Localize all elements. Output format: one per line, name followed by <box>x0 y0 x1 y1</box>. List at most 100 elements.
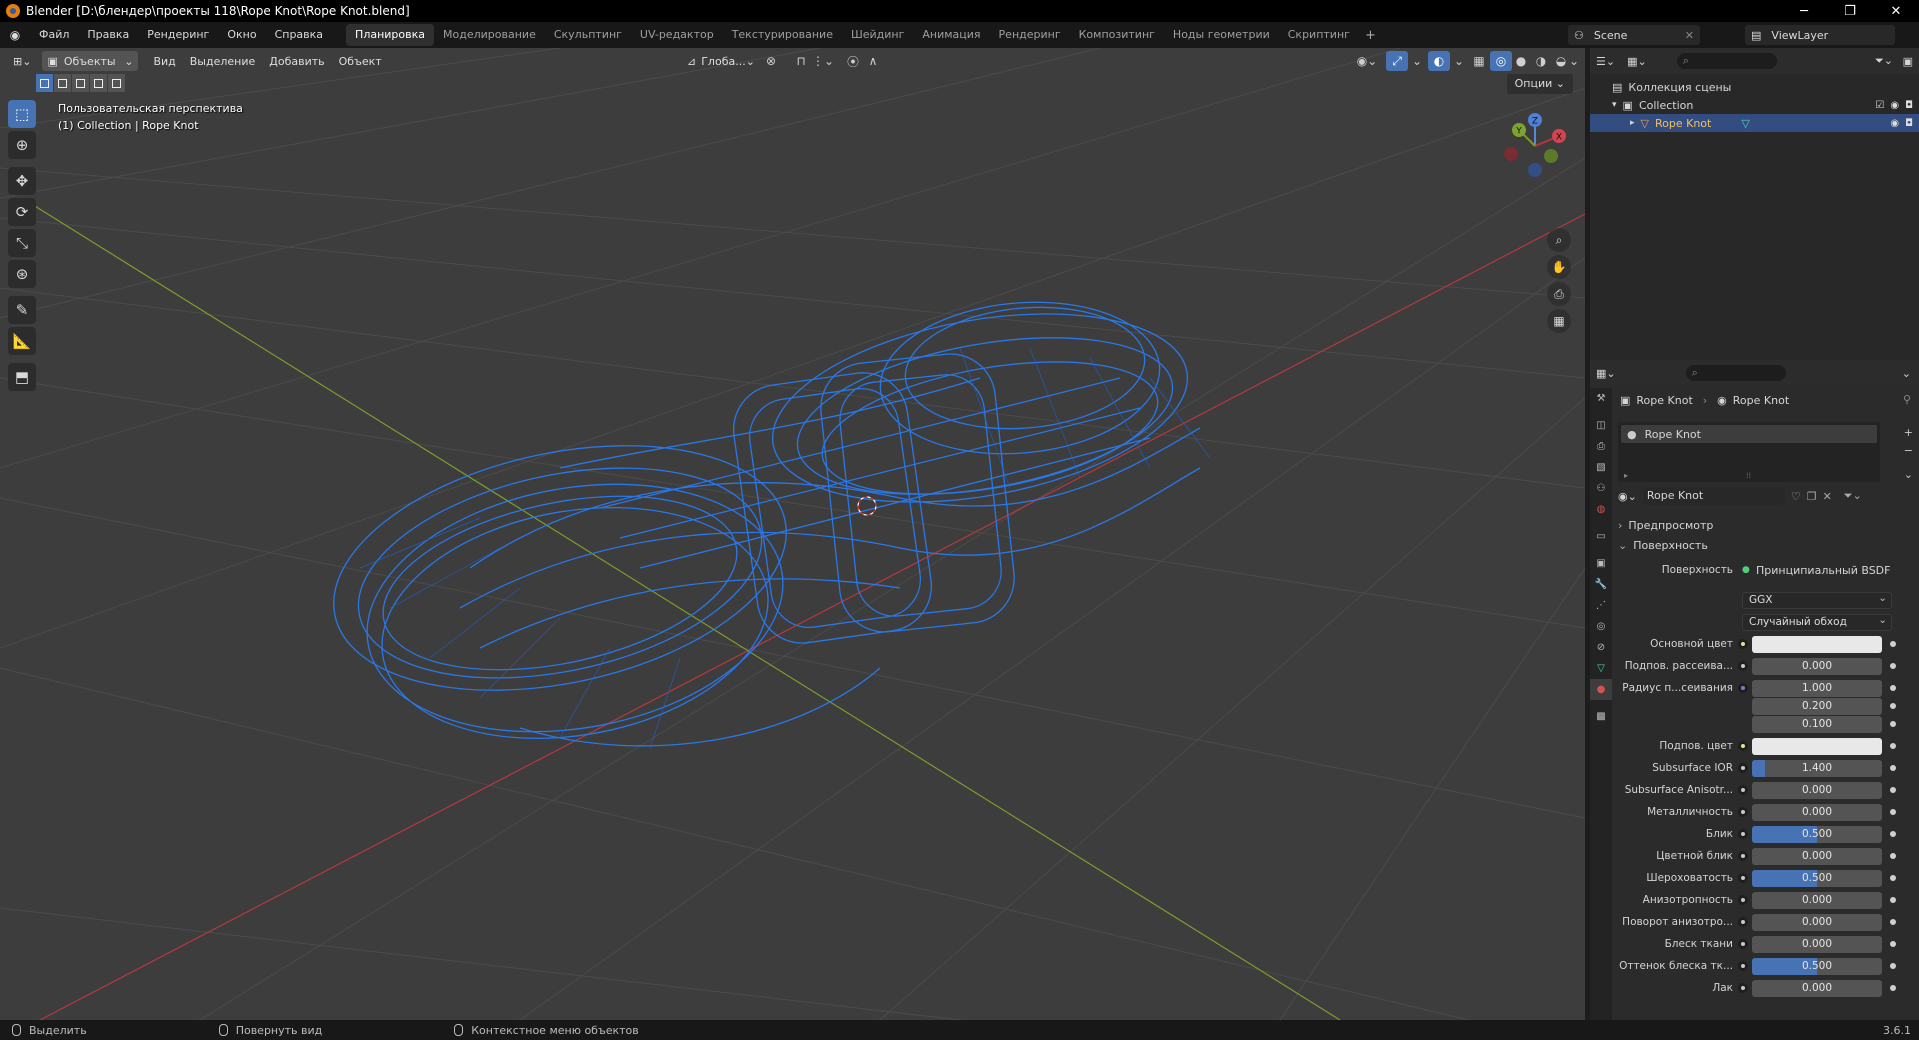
menu-file[interactable]: Файл <box>30 22 78 48</box>
socket-link-icon[interactable] <box>1738 873 1748 883</box>
keyframe-dot-icon[interactable] <box>1890 897 1896 903</box>
measure-tool-icon[interactable]: 📐 <box>8 327 36 355</box>
outliner-editor-icon[interactable]: ☰⌄ <box>1596 55 1615 68</box>
list-resize-handle-icon[interactable]: ⁞⁞ <box>1746 471 1751 480</box>
value-slider[interactable]: 0.000 <box>1752 891 1882 909</box>
surface-shader-field[interactable]: Принципиальный BSDF <box>1752 561 1892 579</box>
pivot-point-icon[interactable]: ⊗ <box>760 51 782 71</box>
pin-icon[interactable]: ⚲ <box>1903 393 1911 406</box>
slot-specials-button[interactable]: ⌄ <box>1904 468 1913 481</box>
remove-slot-button[interactable]: − <box>1904 444 1913 457</box>
keyframe-dot-icon[interactable] <box>1890 765 1896 771</box>
select-extend-icon[interactable] <box>54 74 71 92</box>
panel-preview[interactable]: › Предпросмотр <box>1618 516 1908 534</box>
chevron-down-icon[interactable]: ⌄ <box>1902 367 1911 380</box>
scene-selector[interactable]: ⚇ Scene ✕ <box>1568 25 1700 45</box>
keyframe-dot-icon[interactable] <box>1890 721 1896 727</box>
texture-tab-icon[interactable]: ▩ <box>1590 706 1612 727</box>
value-slider[interactable]: 0.500 <box>1752 957 1882 975</box>
mesh-data-icon[interactable]: ▽ <box>1741 117 1749 130</box>
properties-editor-icon[interactable]: ▦⌄ <box>1596 367 1616 380</box>
keyframe-dot-icon[interactable] <box>1890 831 1896 837</box>
transform-orientation-selector[interactable]: ⊿ Глоба... ⌄ <box>682 51 760 71</box>
eye-icon[interactable]: ◉ <box>1890 100 1899 111</box>
keyframe-dot-icon[interactable] <box>1890 963 1896 969</box>
tab-compositing[interactable]: Композитинг <box>1070 24 1164 46</box>
object-tab-icon[interactable]: ▣ <box>1590 553 1612 574</box>
gizmo-toggle-icon[interactable]: ⤢ <box>1386 51 1408 71</box>
view-layer-tab-icon[interactable]: ▧ <box>1590 457 1612 478</box>
menu-view[interactable]: Вид <box>146 55 182 68</box>
snap-icon[interactable]: ⊓ <box>790 51 812 71</box>
select-invert-icon[interactable] <box>90 74 107 92</box>
socket-link-icon[interactable] <box>1738 917 1748 927</box>
zoom-icon[interactable]: ⌕ <box>1547 228 1571 252</box>
data-tab-icon[interactable]: ▽ <box>1590 658 1612 679</box>
socket-link-icon[interactable] <box>1738 741 1748 751</box>
value-slider[interactable]: 0.000 <box>1752 803 1882 821</box>
keyframe-dot-icon[interactable] <box>1890 663 1896 669</box>
value-slider[interactable]: 1.400 <box>1752 759 1882 777</box>
particles-tab-icon[interactable]: ⋰ <box>1590 595 1612 616</box>
add-slot-button[interactable]: + <box>1904 426 1913 439</box>
eye-icon[interactable]: ◉ <box>1890 118 1899 129</box>
camera-icon[interactable]: ◘ <box>1905 118 1913 129</box>
tab-sculpting[interactable]: Скульптинг <box>545 24 631 46</box>
mode-selector[interactable]: ▣ Объекты ⌄ <box>42 51 139 71</box>
select-subtract-icon[interactable] <box>72 74 89 92</box>
socket-link-icon[interactable] <box>1738 939 1748 949</box>
proportional-edit-icon[interactable]: ⦿ <box>842 51 864 71</box>
menu-help[interactable]: Справка <box>266 22 332 48</box>
cursor-tool-icon[interactable]: ⊕ <box>8 131 36 159</box>
overlays-toggle-icon[interactable]: ◐ <box>1428 51 1450 71</box>
socket-link-icon[interactable] <box>1738 807 1748 817</box>
navigation-gizmo[interactable]: Z X Y <box>1495 106 1575 186</box>
editor-type-button[interactable]: ⊞⌄ <box>8 51 36 71</box>
value-slider[interactable]: 0.000 <box>1752 913 1882 931</box>
rotate-tool-icon[interactable]: ⟳ <box>8 198 36 226</box>
properties-search-input[interactable]: ⌕ <box>1685 365 1786 381</box>
value-slider[interactable]: 0.500 <box>1752 869 1882 887</box>
tool-tab-icon[interactable]: ⚒ <box>1590 388 1612 409</box>
socket-link-icon[interactable] <box>1738 829 1748 839</box>
pin-icon[interactable]: ✕ <box>1685 29 1694 42</box>
tab-shading[interactable]: Шейдинг <box>842 24 913 46</box>
keyframe-dot-icon[interactable] <box>1890 685 1896 691</box>
value-slider[interactable]: 1.000 <box>1752 679 1882 697</box>
world-tab-icon[interactable]: ◍ <box>1590 499 1612 520</box>
value-slider[interactable]: 0.000 <box>1752 979 1882 997</box>
keyframe-dot-icon[interactable] <box>1890 641 1896 647</box>
keyframe-dot-icon[interactable] <box>1890 919 1896 925</box>
camera-view-icon[interactable]: ⎙ <box>1547 282 1571 306</box>
keyframe-dot-icon[interactable] <box>1890 809 1896 815</box>
modifier-tab-icon[interactable]: 🔧 <box>1590 574 1612 595</box>
exclude-checkbox-icon[interactable]: ☑ <box>1875 100 1884 111</box>
menu-add[interactable]: Добавить <box>262 55 331 68</box>
transform-tool-icon[interactable]: ⊛ <box>8 260 36 288</box>
panel-surface[interactable]: ⌄ Поверхность <box>1618 536 1908 554</box>
value-slider[interactable]: 0.500 <box>1752 825 1882 843</box>
keyframe-dot-icon[interactable] <box>1890 853 1896 859</box>
tab-geometry-nodes[interactable]: Ноды геометрии <box>1164 24 1279 46</box>
viewlayer-selector[interactable]: ▤ ViewLayer <box>1745 25 1895 45</box>
outliner-row-rope-knot[interactable]: ▸ ▽ Rope Knot ▽ ◉ ◘ <box>1590 114 1919 132</box>
select-intersect-icon[interactable] <box>108 74 125 92</box>
physics-tab-icon[interactable]: ◎ <box>1590 616 1612 637</box>
color-swatch[interactable] <box>1752 737 1882 755</box>
display-mode-icon[interactable]: ▦⌄ <box>1627 55 1647 68</box>
visibility-icon[interactable]: ◉⌄ <box>1356 51 1378 71</box>
value-slider[interactable]: 0.200 <box>1752 697 1882 715</box>
constraints-tab-icon[interactable]: ⊘ <box>1590 637 1612 658</box>
material-name-field[interactable]: Rope Knot <box>1642 487 1785 505</box>
select-new-icon[interactable] <box>36 74 53 92</box>
scene-tab-icon[interactable]: ⚇ <box>1590 478 1612 499</box>
socket-link-icon[interactable] <box>1738 763 1748 773</box>
collection-tab-icon[interactable]: ▭ <box>1590 526 1612 547</box>
tab-modeling[interactable]: Моделирование <box>434 24 545 46</box>
color-swatch[interactable] <box>1752 635 1882 653</box>
tab-layout[interactable]: Планировка <box>346 24 435 46</box>
value-slider[interactable]: 0.000 <box>1752 781 1882 799</box>
pan-hand-icon[interactable]: ✋ <box>1547 255 1571 279</box>
subsurface-method-select[interactable]: Случайный обход <box>1742 613 1892 631</box>
move-tool-icon[interactable]: ✥ <box>8 167 36 195</box>
